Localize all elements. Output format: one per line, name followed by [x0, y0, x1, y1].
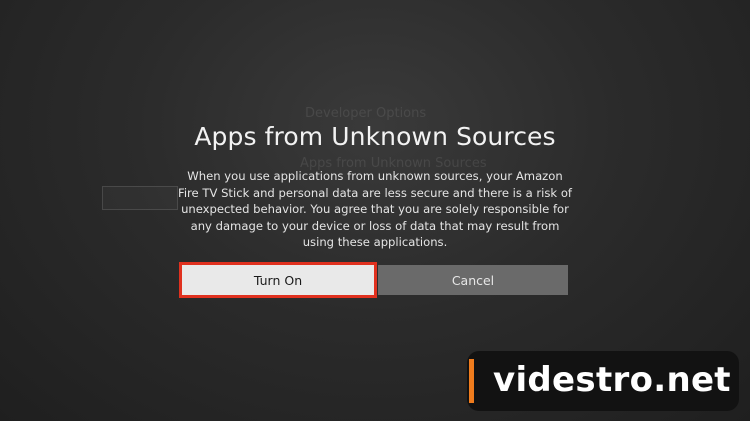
dialog-message: When you use applications from unknown s… [178, 169, 572, 249]
cancel-button[interactable]: Cancel [378, 265, 568, 295]
watermark-text: videstro.net [493, 360, 731, 400]
watermark-accent-bar [469, 359, 474, 403]
dialog-button-row: Turn On Cancel [179, 262, 570, 298]
dialog-title: Apps from Unknown Sources [194, 122, 556, 151]
watermark-badge: videstro.net [467, 351, 739, 411]
turn-on-button[interactable]: Turn On [179, 262, 377, 298]
